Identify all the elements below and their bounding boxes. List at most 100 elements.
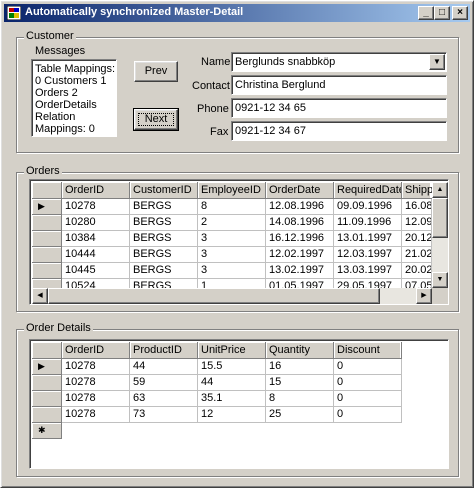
- row-header[interactable]: [32, 231, 62, 247]
- table-cell[interactable]: 44: [198, 375, 266, 391]
- scroll-right-icon[interactable]: ▶: [416, 288, 432, 304]
- table-cell[interactable]: 10278: [62, 407, 130, 423]
- table-cell[interactable]: BERGS: [130, 231, 198, 247]
- table-cell[interactable]: 09.09.1996: [334, 199, 402, 215]
- scroll-thumb[interactable]: [48, 288, 380, 304]
- contact-label: Contact: [192, 80, 230, 92]
- prev-button[interactable]: Prev: [134, 61, 178, 82]
- table-cell[interactable]: 15: [266, 375, 334, 391]
- table-cell[interactable]: 0: [334, 359, 402, 375]
- row-header[interactable]: [32, 263, 62, 279]
- fax-field[interactable]: 0921-12 34 67: [231, 121, 447, 141]
- phone-field[interactable]: 0921-12 34 65: [231, 98, 447, 118]
- new-row-icon[interactable]: ✱: [32, 423, 62, 439]
- row-header[interactable]: [32, 247, 62, 263]
- table-cell[interactable]: 14.08.1996: [266, 215, 334, 231]
- contact-field[interactable]: Christina Berglund: [231, 75, 447, 95]
- scroll-left-icon[interactable]: ◀: [32, 288, 48, 304]
- table-cell[interactable]: 8: [198, 199, 266, 215]
- orders-horizontal-scrollbar[interactable]: ◀ ▶: [32, 288, 432, 304]
- table-cell[interactable]: 3: [198, 231, 266, 247]
- orders-grid[interactable]: OrderID CustomerID EmployeeID OrderDate …: [29, 179, 449, 305]
- order-details-grid[interactable]: OrderID ProductID UnitPrice Quantity Dis…: [29, 339, 449, 469]
- table-cell[interactable]: 35.1: [198, 391, 266, 407]
- table-cell[interactable]: 0: [334, 407, 402, 423]
- table-cell[interactable]: 13.03.1997: [334, 263, 402, 279]
- table-cell[interactable]: 10445: [62, 263, 130, 279]
- table-cell[interactable]: 2: [198, 215, 266, 231]
- table-cell[interactable]: 10444: [62, 247, 130, 263]
- column-header-orderdate[interactable]: OrderDate: [266, 182, 334, 199]
- focus-rectangle: [138, 113, 174, 126]
- message-line: 0 Customers 1: [35, 75, 107, 87]
- table-cell[interactable]: 44: [130, 359, 198, 375]
- scroll-up-icon[interactable]: ▲: [432, 182, 448, 198]
- messages-listbox[interactable]: Table Mappings: 0 Customers 1 Orders 2 O…: [31, 59, 117, 137]
- table-cell[interactable]: 21.02.1997: [402, 247, 432, 263]
- column-header-employeeid[interactable]: EmployeeID: [198, 182, 266, 199]
- row-header[interactable]: [32, 391, 62, 407]
- table-cell[interactable]: 10384: [62, 231, 130, 247]
- table-cell[interactable]: 16: [266, 359, 334, 375]
- table-cell[interactable]: 12: [198, 407, 266, 423]
- table-cell[interactable]: BERGS: [130, 247, 198, 263]
- order-details-group-title: Order Details: [24, 322, 93, 334]
- column-header-unitprice[interactable]: UnitPrice: [198, 342, 266, 359]
- scroll-thumb[interactable]: [432, 198, 448, 238]
- title-bar[interactable]: Automatically synchronized Master-Detail…: [4, 4, 470, 22]
- maximize-button[interactable]: □: [434, 6, 450, 20]
- table-cell[interactable]: 12.09.1996: [402, 215, 432, 231]
- table-cell[interactable]: 10278: [62, 391, 130, 407]
- table-cell[interactable]: 13.02.1997: [266, 263, 334, 279]
- table-cell[interactable]: 10278: [62, 375, 130, 391]
- minimize-icon: _: [423, 7, 429, 18]
- table-cell[interactable]: 12.03.1997: [334, 247, 402, 263]
- row-header[interactable]: [32, 215, 62, 231]
- orders-vertical-scrollbar[interactable]: ▲ ▼: [432, 182, 448, 288]
- table-cell[interactable]: 15.5: [198, 359, 266, 375]
- table-cell[interactable]: 73: [130, 407, 198, 423]
- column-header-productid[interactable]: ProductID: [130, 342, 198, 359]
- table-cell[interactable]: 12.02.1997: [266, 247, 334, 263]
- column-header-orderid[interactable]: OrderID: [62, 342, 130, 359]
- table-cell[interactable]: 63: [130, 391, 198, 407]
- table-cell[interactable]: 0: [334, 391, 402, 407]
- table-cell[interactable]: 8: [266, 391, 334, 407]
- column-header-customerid[interactable]: CustomerID: [130, 182, 198, 199]
- table-cell[interactable]: BERGS: [130, 215, 198, 231]
- table-cell[interactable]: 0: [334, 375, 402, 391]
- column-header-orderid[interactable]: OrderID: [62, 182, 130, 199]
- table-cell[interactable]: 16.08.1996: [402, 199, 432, 215]
- current-row-icon[interactable]: ▶: [32, 359, 62, 375]
- table-cell[interactable]: 16.12.1996: [266, 231, 334, 247]
- table-cell[interactable]: BERGS: [130, 263, 198, 279]
- name-combobox[interactable]: Berglunds snabbköp ▼: [231, 52, 447, 72]
- maximize-icon: □: [438, 7, 446, 18]
- table-cell[interactable]: 12.08.1996: [266, 199, 334, 215]
- table-cell[interactable]: BERGS: [130, 199, 198, 215]
- minimize-button[interactable]: _: [418, 6, 434, 20]
- row-header[interactable]: [32, 407, 62, 423]
- column-header-requireddate[interactable]: RequiredDate: [334, 182, 402, 199]
- message-line: Relation: [35, 111, 76, 123]
- chevron-down-icon[interactable]: ▼: [429, 54, 445, 70]
- close-button[interactable]: ×: [452, 6, 468, 20]
- scroll-down-icon[interactable]: ▼: [432, 272, 448, 288]
- column-header-discount[interactable]: Discount: [334, 342, 402, 359]
- current-row-icon[interactable]: ▶: [32, 199, 62, 215]
- row-header[interactable]: [32, 375, 62, 391]
- table-cell[interactable]: 20.12.1996: [402, 231, 432, 247]
- table-cell[interactable]: 11.09.1996: [334, 215, 402, 231]
- table-cell[interactable]: 59: [130, 375, 198, 391]
- table-cell[interactable]: 3: [198, 247, 266, 263]
- table-cell[interactable]: 10280: [62, 215, 130, 231]
- table-cell[interactable]: 10278: [62, 359, 130, 375]
- table-cell[interactable]: 20.02.1997: [402, 263, 432, 279]
- table-cell[interactable]: 3: [198, 263, 266, 279]
- table-cell[interactable]: 10278: [62, 199, 130, 215]
- table-cell[interactable]: 13.01.1997: [334, 231, 402, 247]
- column-header-quantity[interactable]: Quantity: [266, 342, 334, 359]
- next-button[interactable]: Next: [133, 108, 179, 131]
- table-cell[interactable]: 25: [266, 407, 334, 423]
- app-icon: [7, 6, 21, 20]
